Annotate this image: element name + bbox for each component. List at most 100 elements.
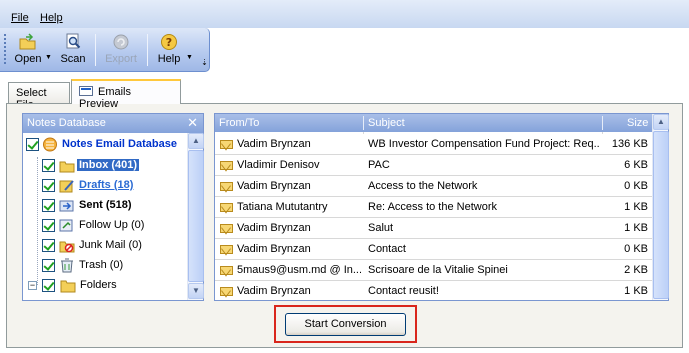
email-envelope-icon [220, 287, 233, 296]
table-row[interactable]: Vladimir Denisov PAC 6 KB [215, 155, 652, 176]
help-label: Help [157, 53, 181, 65]
checkbox[interactable] [42, 159, 55, 172]
cell-subject: WB Investor Compensation Fund Project: R… [368, 138, 600, 150]
column-separator[interactable] [363, 116, 364, 130]
drafts-icon [59, 180, 74, 193]
cell-subject: Contact [368, 243, 406, 255]
folder-icon [60, 280, 76, 293]
junk-mail-icon [59, 241, 75, 253]
follow-up-icon [59, 219, 73, 232]
start-conversion-highlight: Start Conversion [274, 305, 417, 343]
menu-help[interactable]: Help [40, 12, 63, 24]
cell-from: Vadim Brynzan [237, 180, 311, 192]
cell-size: 2 KB [624, 264, 648, 276]
collapse-toggle[interactable]: − [28, 281, 37, 290]
cell-size: 136 KB [611, 138, 648, 150]
open-dropdown-arrow[interactable]: ▼ [45, 54, 52, 61]
svg-text:?: ? [166, 36, 172, 49]
checkbox[interactable] [42, 179, 55, 192]
tree-item-label: Trash (0) [79, 259, 124, 271]
checkbox[interactable] [42, 279, 55, 292]
cell-subject: Access to the Network [368, 180, 478, 192]
grid-vertical-scrollbar[interactable]: ▲ [652, 114, 669, 300]
column-header-subject[interactable]: Subject [368, 117, 405, 129]
cell-size: 1 KB [624, 222, 648, 234]
cell-from: 5maus9@usm.md @ In... [237, 264, 361, 276]
column-header-from-to[interactable]: From/To [219, 117, 259, 129]
column-header-size[interactable]: Size [627, 117, 648, 129]
column-separator[interactable] [602, 116, 603, 130]
export-button[interactable]: Export [101, 31, 141, 69]
table-row[interactable]: Vadim Brynzan Contact reusit! 1 KB [215, 281, 652, 300]
help-question-icon: ? [161, 34, 177, 50]
scrollbar-thumb[interactable] [653, 131, 669, 299]
tree-vertical-scrollbar[interactable]: ▲ ▼ [187, 133, 204, 300]
toolbar-grip[interactable] [4, 34, 6, 66]
scan-magnifier-icon [66, 33, 81, 49]
tree-item-label: Folders [80, 279, 117, 291]
cell-subject: Contact reusit! [368, 285, 439, 297]
tree-item-label: Sent (518) [79, 199, 132, 211]
table-row[interactable]: Tatiana Mututantry Re: Access to the Net… [215, 197, 652, 218]
cell-subject: PAC [368, 159, 390, 171]
emails-preview-icon [79, 86, 93, 96]
grid-header: From/To Subject Size [215, 114, 652, 132]
open-button[interactable]: Open [12, 31, 44, 69]
checkbox[interactable] [26, 138, 39, 151]
tree-item-label: Inbox (401) [77, 159, 140, 171]
email-envelope-icon [220, 140, 233, 149]
help-button[interactable]: ? Help [154, 31, 184, 69]
table-row[interactable]: Vadim Brynzan Salut 1 KB [215, 218, 652, 239]
toolbar-overflow-chevron-icon[interactable]: ⇣ [200, 56, 209, 70]
sent-icon [59, 200, 74, 212]
help-dropdown-arrow[interactable]: ▼ [186, 54, 193, 61]
export-icon [113, 34, 129, 50]
toolbar-separator [147, 34, 148, 66]
cell-size: 0 KB [624, 243, 648, 255]
database-icon [43, 137, 57, 152]
cell-from: Vadim Brynzan [237, 222, 311, 234]
checkbox[interactable] [42, 239, 55, 252]
scroll-up-icon[interactable]: ▲ [653, 114, 669, 130]
cell-subject: Scrisoare de la Vitalie Spinei [368, 264, 508, 276]
trash-icon [61, 258, 73, 273]
email-envelope-icon [220, 203, 233, 212]
tree-connector-line [37, 157, 38, 285]
scan-button[interactable]: Scan [58, 31, 88, 69]
tab-emails-preview[interactable]: Emails Preview [71, 79, 181, 110]
cell-from: Vadim Brynzan [237, 285, 311, 297]
tree-item-label: Drafts (18) [79, 179, 134, 191]
scan-label: Scan [60, 53, 86, 65]
checkbox[interactable] [42, 259, 55, 272]
tree-header-title: Notes Database [27, 117, 106, 129]
cell-from: Tatiana Mututantry [237, 201, 328, 213]
email-envelope-icon [220, 224, 233, 233]
toolbar: Open ▼ Scan Export ? Help ▼ [0, 28, 210, 72]
start-conversion-button[interactable]: Start Conversion [285, 313, 406, 336]
tree-item-label: Junk Mail (0) [79, 239, 142, 251]
table-row[interactable]: Vadim Brynzan Contact 0 KB [215, 239, 652, 260]
menu-file[interactable]: File [11, 12, 29, 24]
scrollbar-thumb[interactable] [188, 150, 204, 282]
tree-item-label: Follow Up (0) [79, 219, 145, 231]
open-label: Open [14, 53, 42, 65]
table-row[interactable]: 5maus9@usm.md @ In... Scrisoare de la Vi… [215, 260, 652, 281]
table-row[interactable]: Vadim Brynzan Access to the Network 0 KB [215, 176, 652, 197]
checkbox[interactable] [42, 199, 55, 212]
table-row[interactable]: Vadim Brynzan WB Investor Compensation F… [215, 134, 652, 155]
scroll-down-icon[interactable]: ▼ [188, 283, 204, 299]
toolbar-separator [95, 34, 96, 66]
cell-size: 6 KB [624, 159, 648, 171]
cell-size: 1 KB [624, 285, 648, 297]
scroll-up-icon[interactable]: ▲ [188, 133, 204, 149]
emails-grid: From/To Subject Size Vadim Brynzan WB In… [214, 113, 669, 301]
tree-header: Notes Database ✕ [23, 114, 203, 133]
tab-select-file[interactable]: Select File [8, 82, 70, 111]
menu-bar: File Help [0, 0, 689, 28]
inbox-folder-icon [59, 161, 75, 173]
checkbox[interactable] [42, 219, 55, 232]
email-envelope-icon [220, 161, 233, 170]
export-label: Export [105, 53, 137, 65]
close-icon[interactable]: ✕ [187, 115, 198, 131]
email-envelope-icon [220, 182, 233, 191]
